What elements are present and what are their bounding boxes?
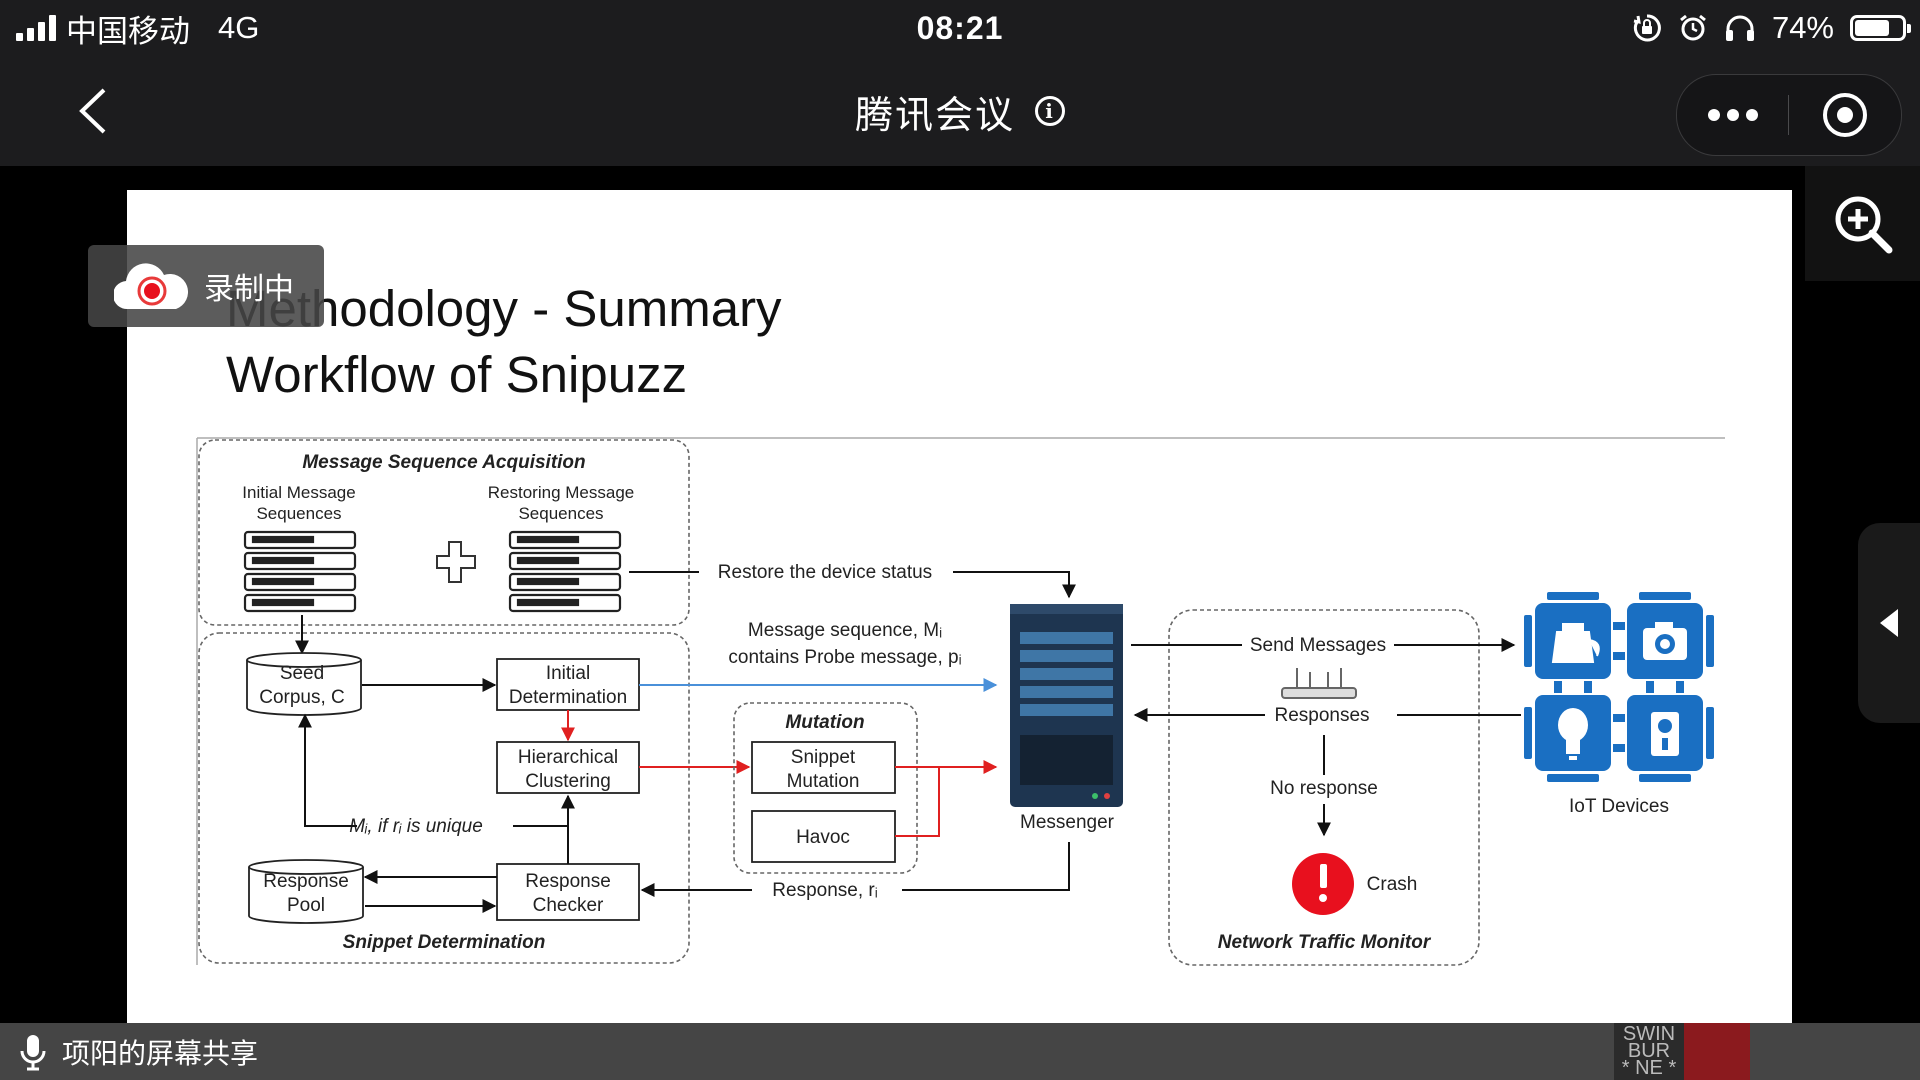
havoc-label: Havoc [796,827,850,848]
msa-title: Message Sequence Acquisition [302,452,585,473]
more-dots-icon [1708,109,1720,121]
close-miniprogram-button[interactable] [1789,75,1901,155]
zoom-in-icon [1835,196,1892,253]
screen-share-info: 项阳的屏幕共享 [18,1023,258,1080]
seed-label1: Seed [280,663,324,684]
microphone-icon[interactable] [18,1033,48,1071]
more-button[interactable] [1677,75,1789,155]
crash-label: Crash [1367,874,1418,895]
side-panel-toggle[interactable] [1858,523,1920,723]
page-title: 腾讯会议 [854,94,1015,137]
status-bar: 中国移动 4G 08:21 74% [0,0,1920,56]
recording-label: 录制中 [204,273,294,306]
resp-pool-label1: Response [263,871,349,892]
workflow-diagram: Message Sequence Acquisition Initial Mes… [196,437,1725,966]
messenger-server-icon [1010,604,1123,807]
zoom-button[interactable] [1805,166,1920,281]
hier-label1: Hierarchical [518,747,618,768]
no-response-label: No response [1270,778,1378,799]
ntm-title: Network Traffic Monitor [1218,932,1432,953]
router-icon [1281,668,1357,699]
response-pool-node: Response Pool [248,859,364,924]
close-miniprogram-icon [1823,93,1867,137]
miniprogram-capsule [1676,74,1902,156]
send-messages-label: Send Messages [1250,635,1386,656]
hier-label2: Clustering [525,771,611,792]
resp-checker-label1: Response [525,871,611,892]
headphones-icon [1725,15,1754,41]
network-type: 4G [218,10,260,45]
initial-det-label1: Initial [546,663,590,684]
msg-seq-label2: contains Probe message, pᵢ [728,647,961,668]
initial-det-label2: Determination [509,687,627,708]
recording-badge[interactable]: 录制中 [88,245,324,327]
recording-cloud-icon [114,263,188,310]
restoring-seq-label2: Sequences [518,504,603,523]
battery-percent: 74% [1771,10,1834,45]
crash-alert-icon [1292,853,1354,915]
shared-slide: Methodology - Summary Workflow of Snipuz… [127,190,1792,1023]
logo-line3: * NE * [1621,1057,1677,1079]
response-label: Response, rᵢ [772,880,877,901]
msg-seq-label1: Message sequence, Mᵢ [748,620,942,641]
resp-checker-label2: Checker [533,895,604,916]
alarm-icon [1680,14,1706,41]
messenger-label: Messenger [1020,812,1115,833]
snippet-mut-label1: Snippet [791,747,856,768]
snippet-det-title: Snippet Determination [343,932,546,953]
smart-lock-icon [1651,712,1679,756]
restoring-sequences-stack-icon [508,530,622,613]
initial-sequences-stack-icon [243,530,357,613]
nav-title-area: 腾讯会议 i [0,86,1920,137]
seed-corpus-node: Seed Corpus, C [246,652,362,716]
restoring-seq-label1: Restoring Message [488,483,634,502]
resp-pool-label2: Pool [287,895,325,916]
plus-icon [436,541,476,583]
iot-devices-label: IoT Devices [1569,796,1669,817]
iot-devices-icon [1524,592,1714,782]
battery-icon [1850,15,1911,41]
mutation-title: Mutation [785,712,864,733]
initial-seq-label1: Initial Message [242,483,355,502]
triangle-left-icon [1880,609,1898,637]
info-icon[interactable]: i [1035,96,1065,126]
orientation-lock-icon [1633,14,1661,42]
screen-share-label: 项阳的屏幕共享 [62,1037,259,1069]
seed-label2: Corpus, C [259,687,345,708]
responses-label: Responses [1274,705,1369,726]
swinburne-logo: SWIN BUR * NE * [1614,1023,1750,1080]
bottom-bar: 项阳的屏幕共享 SWIN BUR * NE * [0,1023,1920,1080]
status-left: 中国移动 4G [16,0,259,56]
signal-icon [16,15,56,41]
restore-status-label: Restore the device status [718,562,932,583]
snippet-mut-label2: Mutation [787,771,860,792]
status-right: 74% [1632,0,1911,56]
unique-label: Mᵢ, if rᵢ is unique [349,816,483,837]
carrier-name: 中国移动 [66,13,190,49]
nav-bar: 腾讯会议 i [0,56,1920,166]
initial-seq-label2: Sequences [256,504,341,523]
